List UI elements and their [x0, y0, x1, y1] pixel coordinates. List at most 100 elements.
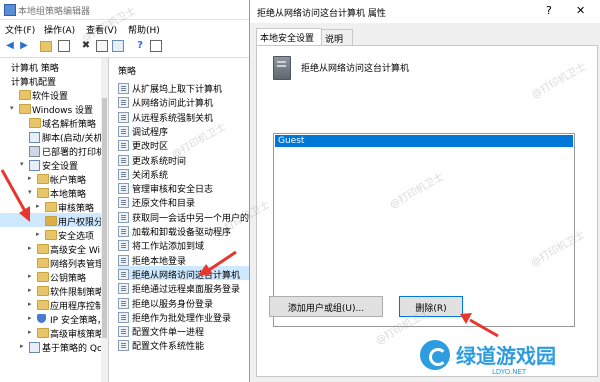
- folder-icon: [37, 286, 49, 296]
- policy-item[interactable]: 配置文件单一进程: [118, 323, 256, 338]
- tree-item[interactable]: 计算机 策略: [0, 59, 108, 73]
- export-list-icon[interactable]: [150, 40, 162, 52]
- printer-icon: [29, 146, 40, 157]
- expand-chevron-icon[interactable]: ▸: [20, 342, 24, 350]
- folder-icon: [37, 300, 49, 310]
- tree-item-label: 域名解析策略: [42, 120, 97, 129]
- tree-item-label: Windows 设置: [32, 106, 94, 115]
- expand-chevron-icon[interactable]: ▸: [28, 328, 32, 336]
- tree-item[interactable]: ▸ 安全选项: [0, 227, 108, 241]
- add-user-or-group-button[interactable]: 添加用户或组(U)...: [269, 296, 383, 317]
- back-arrow-icon[interactable]: ◀: [4, 40, 16, 52]
- tree-item-label: 安全设置: [42, 162, 79, 171]
- toolbar: ◀ ▶ ✖ ?: [0, 37, 256, 58]
- properties-icon[interactable]: [96, 40, 108, 52]
- tree-item-label: 高级审核策略配置: [50, 330, 108, 339]
- policy-item[interactable]: 拒绝以服务身份登录: [118, 295, 256, 309]
- policy-item[interactable]: 从扩展坞上取下计算机: [118, 80, 256, 94]
- policy-icon: [118, 268, 129, 280]
- policy-item-label: 配置文件单一进程: [132, 328, 205, 338]
- list-column-header[interactable]: 策略: [118, 64, 136, 77]
- policy-item-label: 从网络访问此计算机: [132, 99, 214, 109]
- policy-item-label: 拒绝从网络访问这台计算机: [132, 270, 241, 280]
- tab-local-security-setting[interactable]: 本地安全设置: [256, 28, 322, 46]
- policy-item-label: 拒绝通过远程桌面服务登录: [132, 285, 241, 295]
- collapse-chevron-icon[interactable]: ▾: [28, 188, 32, 196]
- expand-chevron-icon[interactable]: ▸: [36, 230, 40, 238]
- tree-item[interactable]: 用户权限分配: [0, 213, 108, 227]
- menu-help[interactable]: 帮助(H): [128, 23, 160, 36]
- expand-chevron-icon[interactable]: ▸: [36, 202, 40, 210]
- expand-chevron-icon[interactable]: ▸: [28, 174, 32, 182]
- expand-chevron-icon[interactable]: ▸: [28, 272, 32, 280]
- up-folder-icon[interactable]: [40, 40, 52, 52]
- account-label: Guest: [278, 136, 305, 146]
- policy-item-label: 从扩展坞上取下计算机: [132, 85, 223, 94]
- tree-item[interactable]: 网络列表管理器: [0, 255, 108, 269]
- policy-item[interactable]: 从网络访问此计算机: [118, 94, 256, 109]
- tree-item[interactable]: ▸ 应用程序控制策略: [0, 297, 108, 311]
- collapse-chevron-icon[interactable]: ▾: [10, 104, 14, 112]
- policy-item[interactable]: 配置文件系统性能: [118, 337, 256, 352]
- folder-icon: [37, 272, 49, 282]
- policy-icon: [118, 340, 129, 352]
- account-item-guest[interactable]: Guest: [275, 135, 573, 147]
- close-button[interactable]: ✕: [576, 4, 585, 17]
- forward-arrow-icon[interactable]: ▶: [18, 40, 30, 52]
- help-button[interactable]: ?: [546, 4, 552, 17]
- policy-item[interactable]: 管理审核和安全日志: [118, 180, 256, 195]
- show-hide-tree-icon[interactable]: [58, 40, 70, 52]
- policy-item[interactable]: 拒绝通过远程桌面服务登录: [118, 280, 256, 295]
- tree-item[interactable]: 软件设置: [0, 87, 108, 101]
- expand-chevron-icon[interactable]: ▸: [28, 244, 32, 252]
- tree-item[interactable]: ▾ 本地策略: [0, 185, 108, 199]
- folder-icon: [45, 230, 57, 240]
- tree-item-label: 已部署的打印机: [42, 148, 106, 157]
- tree-scrollbar[interactable]: [101, 58, 108, 382]
- policy-item[interactable]: 拒绝从网络访问这台计算机: [118, 265, 256, 280]
- tree-item[interactable]: 已部署的打印机: [0, 143, 108, 157]
- policy-icon: [29, 160, 40, 171]
- tree-item[interactable]: ▾ Windows 设置: [0, 101, 108, 115]
- menu-bar: 文件(F) 操作(A) 查看(V) 帮助(H): [0, 20, 256, 36]
- tree-scroll-thumb[interactable]: [102, 98, 107, 338]
- policy-item[interactable]: 将工作站添加到域: [118, 237, 256, 252]
- tab-label: 本地安全设置: [260, 34, 315, 44]
- tree-item[interactable]: ▸ 公钥策略: [0, 269, 108, 283]
- tree-item[interactable]: ▸ 审核策略: [0, 199, 108, 213]
- tree-item-label: 网络列表管理器: [50, 260, 108, 269]
- refresh-icon[interactable]: [112, 40, 124, 52]
- tab-explain[interactable]: 说明: [321, 29, 353, 45]
- policy-item[interactable]: 关闭系统: [118, 166, 256, 180]
- local-security-setting-pane: 拒绝从网络访问这台计算机 Guest 添加用户或组(U)... 删除(R): [256, 45, 598, 377]
- tree-item[interactable]: ▸ 高级审核策略配置: [0, 325, 108, 339]
- menu-action[interactable]: 操作(A): [44, 23, 75, 36]
- tree-item[interactable]: ▸ 基于策略的 QoS: [0, 339, 108, 353]
- expand-chevron-icon[interactable]: ▸: [28, 300, 32, 308]
- tree-item[interactable]: ▸ 高级安全 Windows: [0, 241, 108, 255]
- policy-icon: [118, 311, 129, 323]
- tree-item[interactable]: ▸ 软件限制策略: [0, 283, 108, 297]
- tree-item[interactable]: ▸ IP 安全策略，在: [0, 311, 108, 325]
- tree-item[interactable]: ▸ 帐户策略: [0, 171, 108, 185]
- tree-item[interactable]: 脚本(启动/关机): [0, 129, 108, 143]
- policy-item-label: 将工作站添加到域: [132, 242, 205, 252]
- tree-item[interactable]: ▾ 安全设置: [0, 157, 108, 171]
- expand-chevron-icon[interactable]: ▸: [28, 314, 32, 322]
- collapse-chevron-icon[interactable]: ▾: [20, 160, 24, 168]
- policy-item[interactable]: 拒绝本地登录: [118, 252, 256, 266]
- dialog-title-bar: 拒绝从网络访问这台计算机 属性 ? ✕: [250, 0, 600, 23]
- gpedit-app-icon: [4, 4, 16, 16]
- policy-icon: [118, 211, 129, 223]
- policy-item[interactable]: 拒绝作为批处理作业登录: [118, 309, 256, 323]
- tree-item[interactable]: 计算机配置: [0, 73, 108, 87]
- tree-item-label: 审核策略: [58, 204, 95, 213]
- policy-name: 拒绝从网络访问这台计算机: [301, 64, 410, 74]
- policy-item[interactable]: 还原文件和目录: [118, 194, 256, 209]
- tree-item[interactable]: 域名解析策略: [0, 115, 108, 129]
- help-icon[interactable]: ?: [134, 40, 146, 52]
- policy-item[interactable]: 调试程序: [118, 123, 256, 137]
- expand-chevron-icon[interactable]: ▸: [28, 286, 32, 294]
- policy-item[interactable]: 从远程系统强制关机: [118, 109, 256, 123]
- menu-file[interactable]: 文件(F): [5, 23, 35, 36]
